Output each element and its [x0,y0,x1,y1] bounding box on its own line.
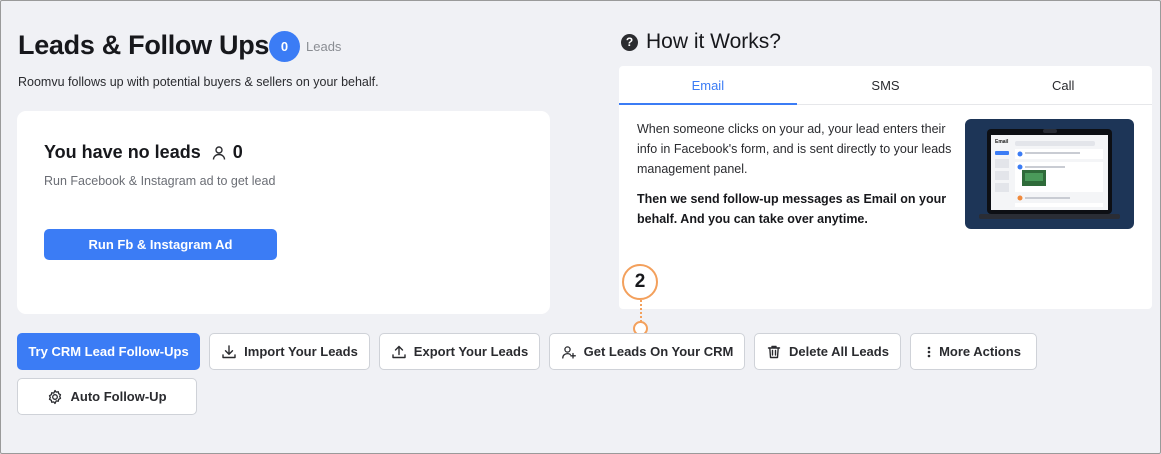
gear-icon [47,389,63,405]
how-it-works-paragraph: When someone clicks on your ad, your lea… [637,122,952,176]
import-leads-button[interactable]: Import Your Leads [209,333,370,370]
run-ad-button[interactable]: Run Fb & Instagram Ad [44,229,277,260]
download-icon [221,344,237,360]
no-leads-count: 0 [232,142,243,162]
add-user-icon [561,344,577,360]
person-icon [211,145,227,161]
how-it-works-title: How it Works? [646,30,781,53]
more-vertical-icon [926,345,932,359]
auto-follow-up-label: Auto Follow-Up [70,389,167,404]
delete-all-leads-label: Delete All Leads [789,344,889,359]
try-crm-label: Try CRM Lead Follow-Ups [28,344,189,359]
tab-call[interactable]: Call [974,66,1152,104]
auto-follow-up-button[interactable]: Auto Follow-Up [17,378,197,415]
no-leads-card: You have no leads 0 Run Facebook & Insta… [17,111,550,314]
get-leads-crm-label: Get Leads On Your CRM [583,344,734,359]
get-leads-crm-button[interactable]: Get Leads On Your CRM [549,333,745,370]
more-actions-label: More Actions [939,344,1021,359]
leads-count-badge: 0 [269,31,300,62]
leads-count-label: Leads [306,39,342,54]
no-leads-title: You have no leads [44,142,201,162]
try-crm-button[interactable]: Try CRM Lead Follow-Ups [17,333,200,370]
import-leads-label: Import Your Leads [244,344,358,359]
help-circle-icon: ? [621,33,638,51]
how-it-works-panel: Email SMS Call When someone clicks on yo… [619,66,1152,309]
tab-email[interactable]: Email [619,66,797,105]
no-leads-description: Run Facebook & Instagram ad to get lead [44,174,276,188]
no-leads-title-row: You have no leads 0 [44,142,243,163]
trash-icon [766,344,782,360]
email-preview-image: Email [965,119,1134,229]
how-it-works-paragraph-bold: Then we send follow-up messages as Email… [637,192,947,226]
export-leads-label: Export Your Leads [413,344,529,359]
export-leads-button[interactable]: Export Your Leads [379,333,540,370]
how-it-works-tabs: Email SMS Call [619,66,1152,105]
upload-icon [391,344,407,360]
page-title: Leads & Follow Ups [18,30,270,60]
how-it-works-heading: ? How it Works? [621,30,781,54]
page-subtitle: Roomvu follows up with potential buyers … [18,75,379,89]
tab-sms[interactable]: SMS [797,66,975,104]
how-it-works-text: When someone clicks on your ad, your lea… [637,119,955,239]
step-number-badge: 2 [622,264,658,300]
preview-label: Email [995,139,1009,145]
more-actions-button[interactable]: More Actions [910,333,1037,370]
delete-all-leads-button[interactable]: Delete All Leads [754,333,901,370]
step-connector-line [640,300,642,322]
